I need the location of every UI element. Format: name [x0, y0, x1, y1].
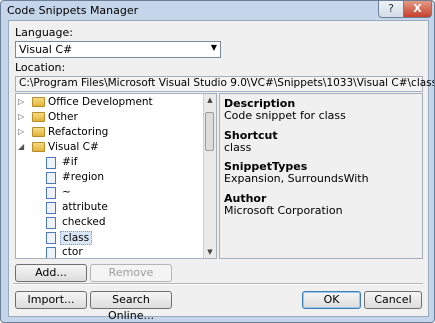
description-value: Code snippet for class [224, 109, 346, 122]
language-label: Language: [15, 26, 73, 39]
location-path: C:\Program Files\Microsoft Visual Studio… [19, 77, 435, 89]
location-field[interactable]: C:\Program Files\Microsoft Visual Studio… [15, 76, 434, 92]
folder-icon [32, 112, 45, 122]
author-value: Microsoft Corporation [224, 204, 343, 217]
snippet-details-panel: Description Code snippet for class Short… [219, 93, 423, 259]
help-button[interactable]: ? [378, 1, 404, 18]
folder-icon [32, 127, 45, 137]
tree-item-refactoring[interactable]: ▷ Refactoring [18, 126, 202, 140]
tree-item-label: Other [48, 111, 78, 123]
expand-icon[interactable]: ▷ [18, 97, 24, 106]
dialog-client-area: Language: Visual C# ▼ Location: C:\Progr… [8, 20, 434, 322]
tree-item-visual-csharp[interactable]: ◢ Visual C# [18, 141, 202, 155]
snippet-file-icon [46, 247, 56, 258]
snippet-file-icon [46, 232, 56, 244]
scroll-down-icon[interactable]: ▼ [204, 246, 216, 258]
tree-item-label: #if [62, 156, 78, 168]
search-online-button[interactable]: Search Online... [90, 291, 172, 322]
import-button[interactable]: Import... [15, 291, 87, 309]
scroll-up-icon[interactable]: ▲ [204, 94, 216, 106]
tree-item-snippet[interactable]: ~ [18, 186, 202, 200]
title-bar[interactable]: Code Snippets Manager ? X [1, 1, 434, 20]
tree-item-snippet[interactable]: #if [18, 156, 202, 170]
add-button[interactable]: Add... [15, 264, 87, 282]
shortcut-value: class [224, 141, 252, 154]
tree-item-label: attribute [62, 201, 108, 213]
snippet-file-icon [46, 217, 56, 229]
tree-item-label: class [60, 231, 93, 245]
scrollbar-thumb[interactable] [205, 112, 214, 151]
collapse-icon[interactable]: ◢ [18, 142, 24, 151]
separator [13, 283, 423, 285]
tree-scrollbar[interactable]: ▲ ▼ [203, 94, 216, 258]
tree-item-snippet[interactable]: ctor [18, 246, 202, 258]
expand-icon[interactable]: ▷ [18, 112, 24, 121]
tree-item-label: checked [62, 216, 106, 228]
tree-item-label: Office Development [48, 96, 153, 108]
snippet-file-icon [46, 157, 56, 169]
tree-item-label: Refactoring [48, 126, 109, 138]
window-title: Code Snippets Manager [7, 4, 139, 17]
expand-icon[interactable]: ▷ [18, 127, 24, 136]
snippet-tree[interactable]: ▷ Office Development ▷ Other ▷ Refactori… [15, 93, 217, 259]
folder-icon [32, 97, 45, 107]
folder-open-icon [32, 142, 45, 152]
tree-item-snippet-selected[interactable]: class [18, 231, 202, 245]
tree-item-snippet[interactable]: #region [18, 171, 202, 185]
tree-item-office-development[interactable]: ▷ Office Development [18, 96, 202, 110]
cancel-button[interactable]: Cancel [364, 291, 422, 309]
tree-item-label: Visual C# [48, 141, 99, 153]
tree-item-label: #region [62, 171, 105, 183]
language-selected-value: Visual C# [19, 43, 73, 56]
tree-item-label: ctor [62, 246, 83, 258]
ok-button[interactable]: OK [302, 291, 361, 309]
tree-item-other[interactable]: ▷ Other [18, 111, 202, 125]
code-snippets-manager-window: Code Snippets Manager ? X Language: Visu… [0, 0, 435, 323]
remove-button[interactable]: Remove [90, 264, 172, 282]
snippet-file-icon [46, 202, 56, 214]
snippet-file-icon [46, 187, 56, 199]
tree-item-snippet[interactable]: checked [18, 216, 202, 230]
snippet-types-value: Expansion, SurroundsWith [224, 172, 369, 185]
close-button[interactable]: X [403, 1, 432, 18]
snippet-file-icon [46, 172, 56, 184]
tree-item-snippet[interactable]: attribute [18, 201, 202, 215]
chevron-down-icon: ▼ [210, 43, 217, 52]
location-label: Location: [15, 61, 66, 74]
tree-item-label: ~ [62, 186, 71, 198]
language-dropdown[interactable]: Visual C# ▼ [15, 41, 221, 58]
